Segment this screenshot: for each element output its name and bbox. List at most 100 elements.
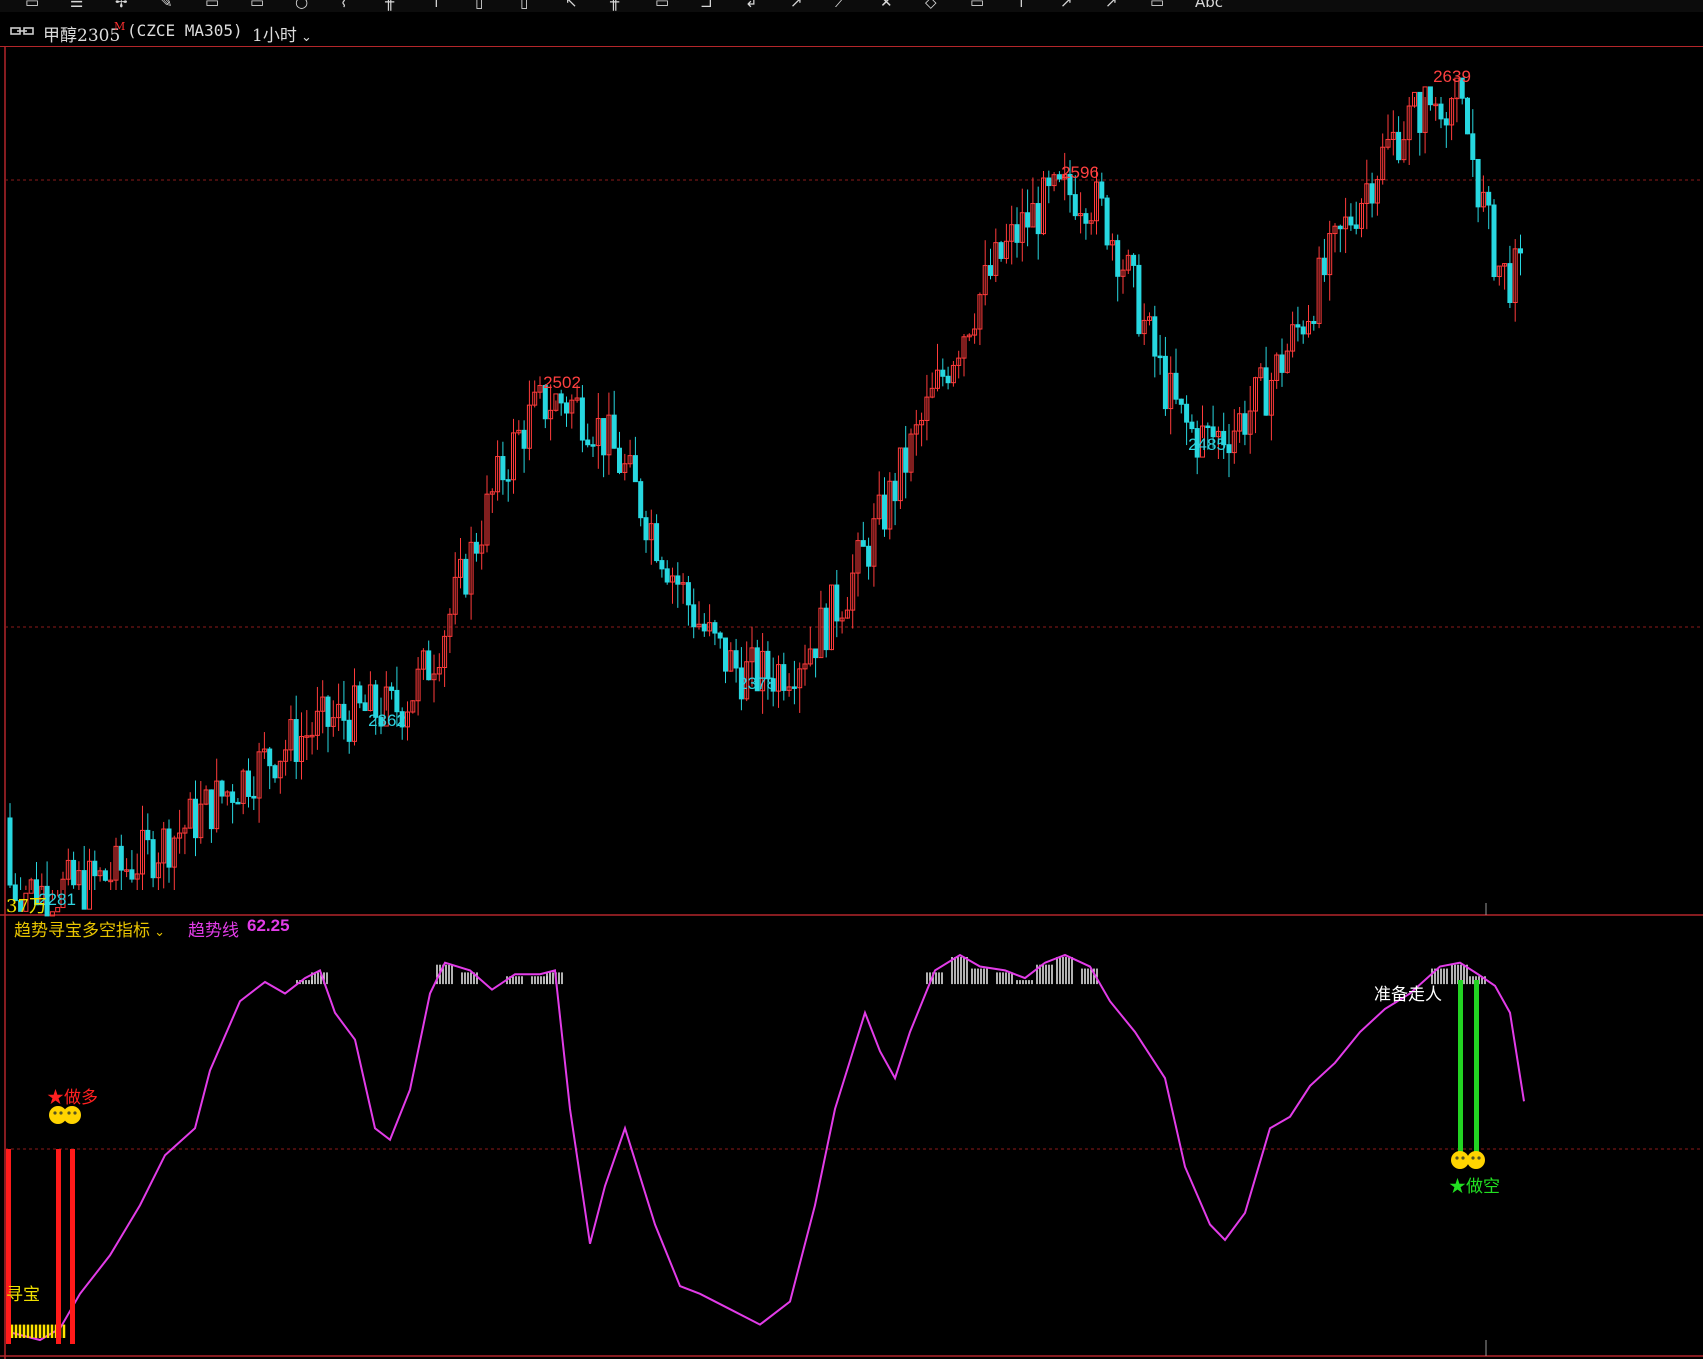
zoom-icon[interactable]: ↑ [430,0,443,10]
crosshair-icon[interactable]: ✢ [115,0,128,10]
cross-icon[interactable]: ⟋ [835,0,846,10]
short-signal-bar [1474,980,1479,1160]
candle-body [7,817,13,886]
smiley-eye [53,1111,57,1115]
candle-body [473,541,479,554]
candle-body [1486,191,1492,206]
candle-body [357,685,363,704]
candle-body [500,456,506,481]
candle-body [251,795,257,799]
candle-body [1427,86,1433,106]
candle-body [193,798,198,839]
candle-body [102,870,108,881]
right-icon[interactable]: ↑ [1015,0,1028,10]
candle-body [601,418,607,456]
period-selector[interactable]: 1小时 ⌄ [252,21,312,46]
link-icon[interactable] [10,26,34,36]
candle-body [1136,264,1142,335]
price-extreme-label: 2502 [543,373,581,392]
window-icon[interactable]: ▭ [1150,0,1164,10]
candle-body [903,447,909,473]
up-icon[interactable]: ▭ [970,0,984,10]
indicator-line-name: 趋势线 [188,921,239,941]
candle-body [1083,213,1089,224]
smiley-eye [59,1111,63,1115]
candle-body [1072,194,1078,217]
pin-icon[interactable]: ◇ [925,0,937,10]
candle-body [940,369,946,377]
smiley-icon [1451,1151,1469,1169]
circle-icon[interactable]: ○ [295,0,308,10]
ruler-icon[interactable]: ╫ [385,0,394,10]
chart-canvas[interactable]: 2281236225022378259624852639 [0,46,1703,1359]
layout-icon[interactable]: ▭ [205,0,219,10]
smiley-icon [63,1106,81,1124]
calc-icon[interactable]: ↗ [1060,0,1073,10]
candle-body [643,517,649,541]
candle-body [998,242,1004,259]
menu-icon[interactable]: ☰ [70,0,83,10]
tag-icon[interactable]: ↲ [745,0,758,10]
candle-body [638,481,644,519]
candle-body [1046,177,1052,187]
candle-body [71,859,77,886]
candle-body [272,765,278,779]
menu-icon[interactable]: Abc [1195,0,1223,10]
candle-body [1162,355,1168,410]
candle-body [463,558,469,595]
candle-body [1173,372,1179,400]
bracket-icon[interactable]: ⊐ [700,0,713,10]
candle-body [579,397,585,441]
indicator-line-value: 62.25 [247,916,290,935]
short-signal-label: ★做空 [1449,1177,1500,1197]
tool-icon[interactable]: ▭ [655,0,669,10]
candle-body [1099,181,1105,199]
volume-label: 37万 [6,896,47,917]
candle-body [617,447,622,473]
candle-body [1295,324,1301,328]
candle-body [293,719,299,762]
candle-body [701,623,707,632]
exit-signal-label: 准备走人 [1374,985,1442,1005]
candle-body [1443,118,1449,126]
trend-line [9,953,1525,1342]
candle-body [659,560,665,570]
arrow-icon[interactable]: ▯ [520,0,528,10]
candle-body [1470,133,1476,160]
diamond-icon[interactable]: ✕ [880,0,893,10]
candle-body [813,648,819,659]
candle-body [1518,248,1523,254]
candle-body [1396,131,1402,161]
candle-body [145,829,151,841]
box-icon[interactable]: ↖ [565,0,578,10]
candle-body [1491,204,1497,278]
candle-body [1226,444,1232,454]
candle-body [219,780,225,797]
text-icon[interactable]: ▯ [475,0,483,10]
fork-icon[interactable]: ╫ [610,0,619,10]
candle-body [389,686,395,691]
candle-body [235,801,241,805]
line-icon[interactable]: ⌇ [340,0,347,10]
candle-body [691,604,697,628]
grid-icon[interactable]: ▭ [250,0,264,10]
window-icon[interactable]: ▭ [25,0,39,10]
candle-body [1263,367,1269,416]
chart-header: 甲醇2305 M (CZCE MA305) 1小时 ⌄ [0,18,1703,47]
candle-body [1184,403,1190,423]
candle-body [118,845,124,871]
candle-body [1438,103,1444,120]
pen-icon[interactable]: ✎ [160,0,173,10]
candle-body [1035,203,1041,235]
trend-icon[interactable]: ↗ [790,0,803,10]
smiley-eye [1461,1156,1465,1160]
indicator-selector[interactable]: 趋势寻宝多空指标 ⌄ [14,916,165,941]
abc-icon[interactable]: ↗ [1105,0,1118,10]
candle-body [654,523,660,562]
candle-body [362,702,368,712]
price-extreme-label: 2639 [1433,67,1471,86]
candle-body [1205,425,1211,429]
candle-body [632,455,638,483]
chevron-down-icon: ⌄ [296,30,312,45]
candle-body [611,414,617,449]
